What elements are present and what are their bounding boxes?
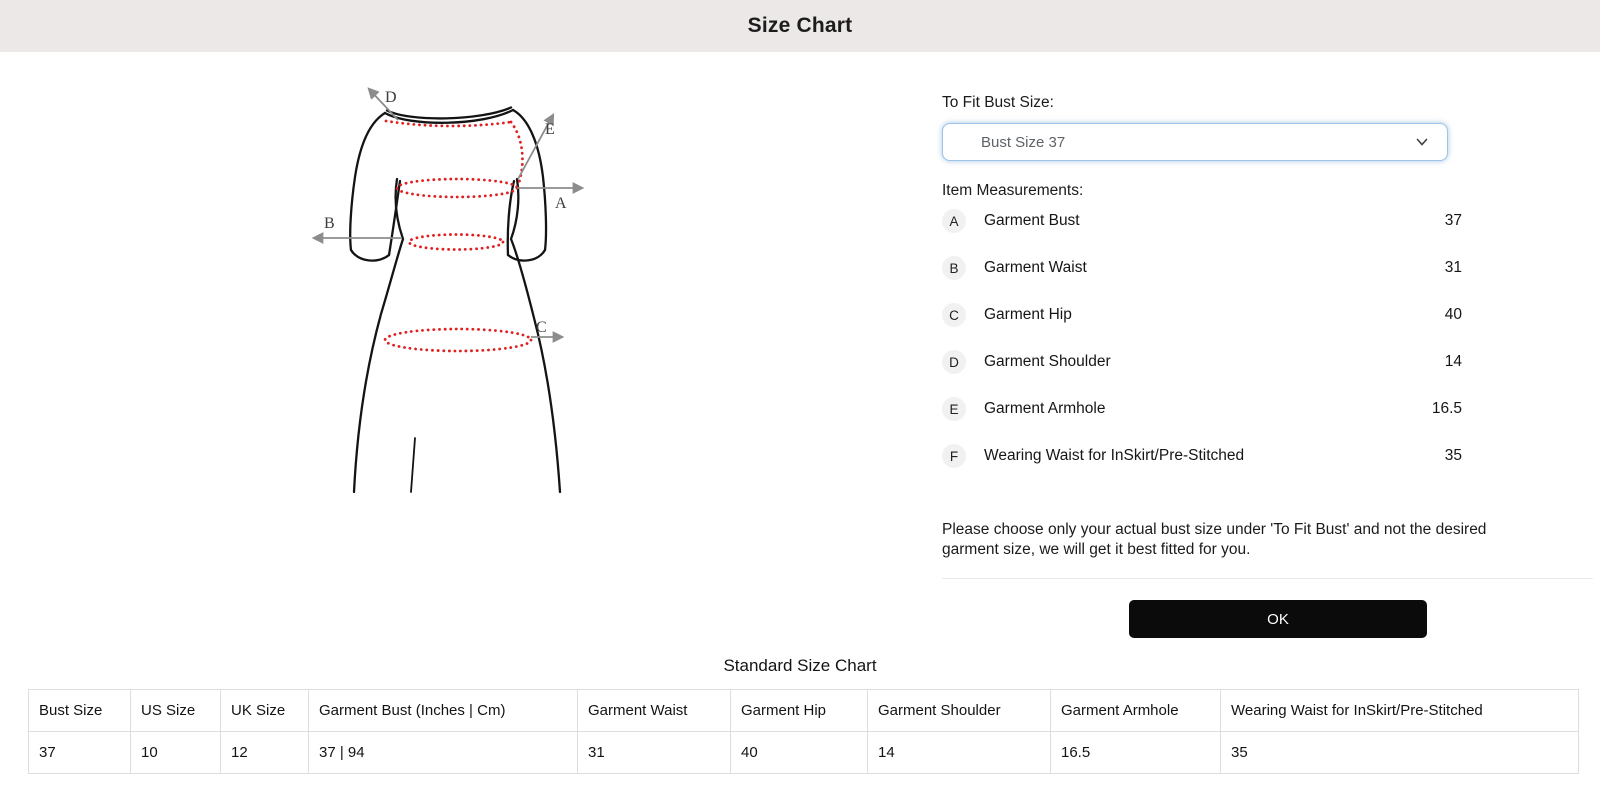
measurement-name: Garment Bust: [984, 212, 1080, 229]
ok-button[interactable]: OK: [1129, 600, 1427, 638]
diagram-label-a: A: [555, 195, 567, 212]
col-header-garment-armhole: Garment Armhole: [1050, 689, 1221, 732]
to-fit-bust-label: To Fit Bust Size:: [942, 94, 1054, 111]
page-header: Size Chart: [0, 0, 1600, 52]
measurement-name: Garment Waist: [984, 259, 1087, 276]
measurement-value: 16.5: [1431, 400, 1462, 417]
dress-outline: [349, 106, 562, 494]
measurement-row-d: D Garment Shoulder 14: [942, 349, 1462, 375]
dress-diagram: D E A B C: [311, 87, 585, 494]
fitting-note: Please choose only your actual bust size…: [942, 521, 1487, 558]
measurement-value: 40: [1444, 306, 1462, 323]
table-header-row: Bust Size US Size UK Size Garment Bust (…: [28, 689, 1579, 732]
cell-wearing-waist: 35: [1220, 731, 1579, 774]
page-title: Size Chart: [747, 14, 853, 37]
measurement-row-e: E Garment Armhole 16.5: [942, 396, 1462, 422]
col-header-garment-hip: Garment Hip: [730, 689, 868, 732]
cell-garment-waist: 31: [577, 731, 731, 774]
diagram-label-c: C: [536, 319, 547, 336]
chevron-down-icon: [1416, 138, 1428, 146]
letter-badge: B: [942, 256, 966, 280]
col-header-garment-waist: Garment Waist: [577, 689, 731, 732]
measurement-value: 35: [1444, 447, 1462, 464]
measurement-row-c: C Garment Hip 40: [942, 302, 1462, 328]
bust-size-select[interactable]: Bust Size 37: [942, 123, 1448, 161]
measurement-row-a: A Garment Bust 37: [942, 208, 1462, 234]
col-header-garment-bust: Garment Bust (Inches | Cm): [308, 689, 578, 732]
col-header-bust-size: Bust Size: [28, 689, 131, 732]
cell-garment-shoulder: 14: [867, 731, 1051, 774]
item-measurements-label: Item Measurements:: [942, 182, 1084, 199]
letter-badge: F: [942, 444, 966, 468]
standard-size-chart-table: Bust Size US Size UK Size Garment Bust (…: [28, 689, 1579, 774]
letter-badge: E: [942, 397, 966, 421]
measurement-name: Garment Hip: [984, 306, 1072, 323]
cell-uk-size: 12: [220, 731, 309, 774]
measurement-value: 14: [1444, 353, 1462, 370]
divider: [942, 578, 1593, 579]
measurement-name: Garment Armhole: [984, 400, 1106, 417]
cell-bust-size: 37: [28, 731, 131, 774]
diagram-label-e: E: [545, 121, 555, 138]
measurement-dotted-lines: [383, 119, 533, 353]
col-header-wearing-waist: Wearing Waist for InSkirt/Pre-Stitched: [1220, 689, 1579, 732]
col-header-garment-shoulder: Garment Shoulder: [867, 689, 1051, 732]
cell-garment-hip: 40: [730, 731, 868, 774]
measurement-letters: D E A B C: [324, 89, 567, 336]
diagram-label-d: D: [385, 89, 397, 106]
measurement-list: A Garment Bust 37 B Garment Waist 31 C G…: [942, 208, 1462, 490]
cell-garment-armhole: 16.5: [1050, 731, 1221, 774]
measurement-row-f: F Wearing Waist for InSkirt/Pre-Stitched…: [942, 443, 1462, 469]
measurement-name: Garment Shoulder: [984, 353, 1111, 370]
col-header-uk-size: UK Size: [220, 689, 309, 732]
table-row: 37 10 12 37 | 94 31 40 14 16.5 35: [28, 731, 1579, 774]
standard-size-chart-title: Standard Size Chart: [723, 656, 877, 675]
measurement-row-b: B Garment Waist 31: [942, 255, 1462, 281]
diagram-label-b: B: [324, 215, 335, 232]
measurement-value: 31: [1444, 259, 1462, 276]
bust-size-selected-value: Bust Size 37: [981, 133, 1066, 151]
letter-badge: C: [942, 303, 966, 327]
col-header-us-size: US Size: [130, 689, 221, 732]
measurement-value: 37: [1444, 212, 1462, 229]
measurement-name: Wearing Waist for InSkirt/Pre-Stitched: [984, 447, 1245, 464]
letter-badge: A: [942, 209, 966, 233]
size-chart-page: Size Chart D E A B C To Fit Bust Size: B…: [0, 0, 1600, 798]
letter-badge: D: [942, 350, 966, 374]
cell-us-size: 10: [130, 731, 221, 774]
cell-garment-bust: 37 | 94: [308, 731, 578, 774]
